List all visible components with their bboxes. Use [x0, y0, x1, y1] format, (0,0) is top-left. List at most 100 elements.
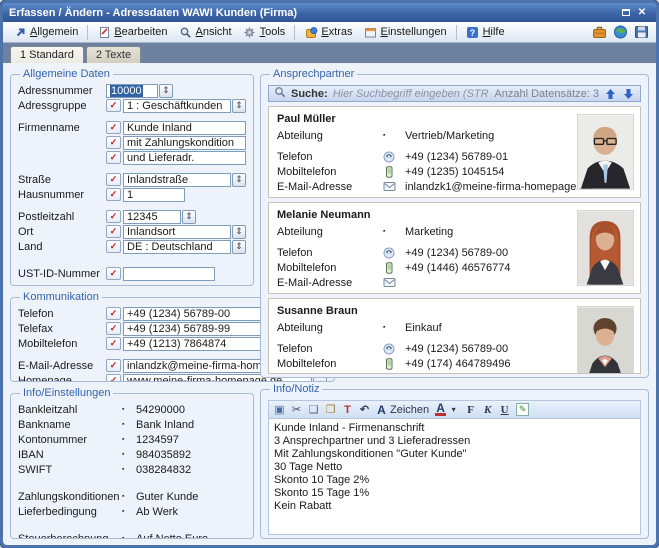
menu-extras[interactable]: Extras	[299, 23, 357, 41]
note-textarea[interactable]: Kunde Inland - Firmenanschrift 3 Ansprec…	[268, 419, 641, 535]
hausnummer-input[interactable]: 1	[123, 188, 185, 202]
adressnummer-spinner[interactable]: ⇕	[159, 84, 173, 98]
font-button-label[interactable]: Zeichen	[390, 402, 429, 417]
contact-card-susanne-braun[interactable]: Susanne Braun Abteilung ▪ Einkauf Telefo…	[268, 298, 641, 374]
italic-button[interactable]: K	[482, 402, 493, 417]
close-button[interactable]: ✕	[634, 6, 650, 20]
text-format-button[interactable]: T	[342, 402, 353, 417]
font-color-caret-icon[interactable]: ▾	[448, 402, 459, 417]
land-dropdown[interactable]: ⇕	[232, 240, 246, 254]
tab-texte[interactable]: 2 Texte	[86, 46, 141, 63]
bullet-icon: ▪	[122, 508, 136, 515]
firmenname1-input[interactable]: Kunde Inland	[123, 121, 246, 135]
field-postleitzahl: Postleitzahl ✓ 12345 ⇕	[18, 209, 246, 224]
adressgruppe-combo[interactable]: 1 : Geschäftkunden	[123, 99, 231, 113]
menu-separator	[294, 25, 295, 40]
contact-department: Marketing	[405, 226, 453, 238]
tools-icon	[243, 25, 257, 39]
next-record-button[interactable]	[622, 87, 635, 100]
field-label: Ort	[18, 226, 106, 238]
ansicht-icon	[179, 25, 193, 39]
check-icon[interactable]: ✓	[106, 359, 121, 372]
cut-button[interactable]: ✂	[291, 402, 302, 417]
menu-bearbeiten[interactable]: Bearbeiten	[92, 23, 172, 41]
mobile-phone-icon	[383, 166, 405, 178]
contact-card-paul-mueller[interactable]: Paul Müller Abteilung ▪ Vertrieb/Marketi…	[268, 106, 641, 198]
bullet-icon: ▪	[122, 466, 136, 473]
underline-button[interactable]: U	[499, 402, 510, 417]
check-icon[interactable]: ✓	[106, 173, 121, 186]
check-icon[interactable]: ✓	[106, 188, 121, 201]
bold-button[interactable]: F	[465, 402, 476, 417]
contact-mobile: +49 (174) 464789496	[405, 358, 511, 370]
check-icon[interactable]: ✓	[106, 210, 121, 223]
app-window: Erfassen / Ändern - Adressdaten WAWI Kun…	[0, 0, 659, 548]
check-icon[interactable]: ✓	[106, 121, 121, 134]
restore-button[interactable]	[618, 6, 634, 20]
land-combo[interactable]: DE : Deutschland	[123, 240, 231, 254]
field-strasse: Straße ✓ Inlandstraße ⇕	[18, 172, 246, 187]
bullet-icon: ▪	[122, 406, 136, 413]
field-label: Mobiltelefon	[18, 338, 106, 350]
search-icon	[274, 86, 286, 101]
bullet-icon: ▪	[383, 324, 397, 331]
edit-note-button[interactable]: ✎	[516, 403, 529, 416]
section-legend: Info/Einstellungen	[20, 387, 113, 399]
section-legend: Kommunikation	[20, 291, 102, 303]
firmenname2-input[interactable]: mit Zahlungskondition	[123, 136, 246, 150]
menu-einstellungen[interactable]: Einstellungen	[359, 23, 452, 41]
ort-dropdown[interactable]: ⇕	[232, 225, 246, 239]
check-icon[interactable]: ✓	[106, 322, 121, 335]
mobile-phone-icon	[383, 358, 405, 370]
save-button[interactable]	[634, 25, 648, 39]
check-icon[interactable]: ✓	[106, 267, 121, 280]
plz-spinner[interactable]: ⇕	[182, 210, 196, 224]
strasse-dropdown[interactable]: ⇕	[232, 173, 246, 187]
insert-image-button[interactable]: ▣	[274, 402, 285, 417]
search-input[interactable]: Hier Suchbegriff eingeben (STRG+S)	[333, 88, 490, 100]
contact-mobile: +49 (1235) 1045154	[405, 166, 504, 178]
note-line: Skonto 15 Tage 1%	[274, 487, 635, 500]
contact-mobile: +49 (1446) 46576774	[405, 262, 511, 274]
menu-tools[interactable]: Tools	[238, 23, 291, 41]
info-row-lieferbedingung: Lieferbedingung▪Ab Werk	[18, 504, 246, 519]
contact-card-melanie-neumann[interactable]: Melanie Neumann Abteilung ▪ Marketing Te…	[268, 202, 641, 294]
check-icon[interactable]: ✓	[106, 151, 121, 164]
check-icon[interactable]: ✓	[106, 99, 121, 112]
ort-input[interactable]: Inlandsort	[123, 225, 231, 239]
check-icon[interactable]: ✓	[106, 136, 121, 149]
briefcase-button[interactable]	[592, 25, 606, 39]
left-column: Allgemeine Daten Adressnummer 10000 ⇕ Ad…	[10, 68, 254, 539]
menu-label: Bearbeiten	[114, 26, 167, 38]
copy-button[interactable]: ❏	[308, 402, 319, 417]
plz-input[interactable]: 12345	[123, 210, 181, 224]
contact-phone: +49 (1234) 56789-01	[405, 151, 508, 163]
menu-label: Einstellungen	[381, 26, 447, 38]
menu-label: Hilfe	[483, 26, 505, 38]
menu-allgemein[interactable]: Allgemein	[8, 23, 83, 41]
adressnummer-input[interactable]: 10000	[106, 84, 158, 98]
contact-search-bar[interactable]: Suche: Hier Suchbegriff eingeben (STRG+S…	[268, 85, 641, 102]
strasse-input[interactable]: Inlandstraße	[123, 173, 231, 187]
font-button[interactable]: A	[376, 402, 387, 417]
globe-button[interactable]	[613, 25, 627, 39]
check-icon[interactable]: ✓	[106, 225, 121, 238]
menu-hilfe[interactable]: ? Hilfe	[461, 23, 510, 41]
menu-ansicht[interactable]: Ansicht	[174, 23, 237, 41]
ustid-input[interactable]	[123, 267, 215, 281]
tab-standard[interactable]: 1 Standard	[10, 46, 84, 63]
check-icon[interactable]: ✓	[106, 337, 121, 350]
info-value: Guter Kunde	[136, 491, 198, 503]
undo-button[interactable]: ↶	[359, 402, 370, 417]
paste-button[interactable]: ❐	[325, 402, 336, 417]
check-icon[interactable]: ✓	[106, 240, 121, 253]
prev-record-button[interactable]	[604, 87, 617, 100]
check-icon[interactable]: ✓	[106, 307, 121, 320]
window-title: Erfassen / Ändern - Adressdaten WAWI Kun…	[9, 7, 297, 19]
section-info-einstellungen: Info/Einstellungen Bankleitzahl▪54290000…	[10, 387, 254, 539]
check-icon[interactable]: ✓	[106, 374, 121, 382]
firmenname3-input[interactable]: und Lieferadr.	[123, 151, 246, 165]
content: Allgemeine Daten Adressnummer 10000 ⇕ Ad…	[3, 63, 656, 545]
adressgruppe-dropdown[interactable]: ⇕	[232, 99, 246, 113]
font-color-button[interactable]: A	[435, 403, 446, 416]
